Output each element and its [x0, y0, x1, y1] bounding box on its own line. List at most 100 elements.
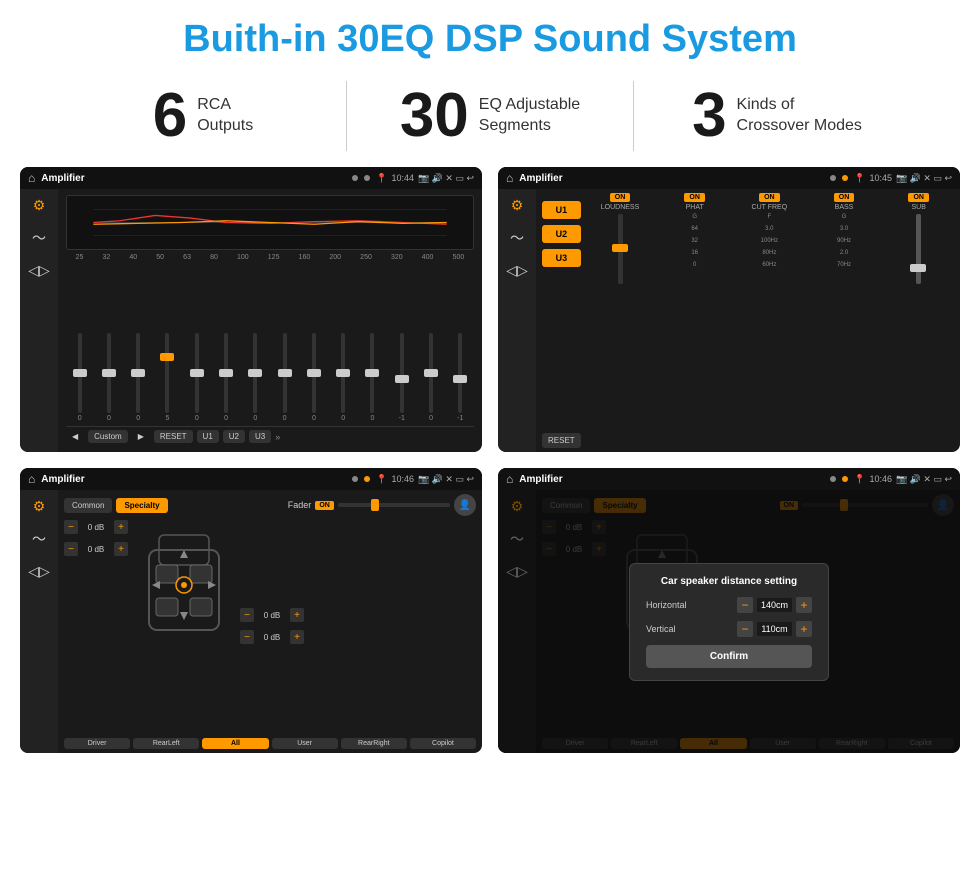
eq-u3-btn[interactable]: U3	[249, 430, 271, 443]
wave-icon-2[interactable]: 〜	[510, 228, 524, 248]
reset-button[interactable]: RESET	[542, 433, 581, 448]
db3-minus[interactable]: −	[240, 608, 254, 622]
db4-value: 0 dB	[258, 633, 286, 642]
stats-row: 6 RCAOutputs 30 EQ AdjustableSegments 3 …	[0, 71, 980, 161]
status-dot-3	[830, 175, 836, 181]
loudness-on-btn[interactable]: ON	[610, 193, 631, 202]
common-tab[interactable]: Common	[64, 498, 112, 513]
dialog-overlay: Car speaker distance setting Horizontal …	[498, 490, 960, 753]
db4-plus[interactable]: +	[290, 630, 304, 644]
confirm-button[interactable]: Confirm	[646, 645, 812, 668]
ctrl-bass: ON BASS G3.090Hz2.070Hz	[809, 193, 880, 448]
eq-reset-btn[interactable]: RESET	[154, 430, 193, 443]
db3-plus[interactable]: +	[290, 608, 304, 622]
slider-col-3: 0	[125, 333, 152, 422]
horizontal-control: − 140cm +	[737, 597, 812, 613]
fader-slider[interactable]	[338, 503, 450, 507]
db1-minus[interactable]: −	[64, 520, 78, 534]
screen-crossover: ⌂ Amplifier 📍 10:45 📷 🔊 ✕ ▭ ↩ ⚙ 〜 ◁▷ U1 …	[498, 167, 960, 452]
avatar-btn[interactable]: 👤	[454, 494, 476, 516]
db1-plus[interactable]: +	[114, 520, 128, 534]
db3-value: 0 dB	[258, 611, 286, 620]
speaker-icon-3[interactable]: ◁▷	[28, 563, 50, 580]
horizontal-plus[interactable]: +	[796, 597, 812, 613]
horizontal-minus[interactable]: −	[737, 597, 753, 613]
stat-crossover: 3 Kinds ofCrossover Modes	[634, 85, 920, 147]
specialty-tab[interactable]: Specialty	[116, 498, 167, 513]
cutfreq-on-btn[interactable]: ON	[759, 193, 780, 202]
screen3-content: ⚙ 〜 ◁▷ Common Specialty Fader ON 👤	[20, 490, 482, 753]
left-icons-3: ⚙ 〜 ◁▷	[20, 490, 58, 753]
screen4-title: Amplifier	[519, 474, 824, 485]
user-btn[interactable]: User	[272, 738, 338, 749]
ctrl-loudness: ON LOUDNESS	[585, 193, 656, 448]
vertical-minus[interactable]: −	[737, 621, 753, 637]
page-title: Buith-in 30EQ DSP Sound System	[0, 0, 980, 71]
stat-eq-text: EQ AdjustableSegments	[479, 95, 580, 137]
status-dot-4	[842, 175, 848, 181]
horizontal-row: Horizontal − 140cm +	[646, 597, 812, 613]
phat-on-btn[interactable]: ON	[684, 193, 705, 202]
sb-icons-2: 📍 10:45 📷 🔊 ✕ ▭ ↩	[854, 173, 952, 184]
eq-prev-btn[interactable]: ◀	[66, 430, 84, 443]
horizontal-label: Horizontal	[646, 600, 687, 610]
slider-col-14: -1	[447, 333, 474, 422]
vertical-value: 110cm	[757, 622, 792, 636]
driver-btn[interactable]: Driver	[64, 738, 130, 749]
ctrl-sub: ON SUB	[883, 193, 954, 448]
eq-u1-btn[interactable]: U1	[197, 430, 219, 443]
db1-value: 0 dB	[82, 523, 110, 532]
wave-icon[interactable]: 〜	[32, 228, 46, 248]
bass-on-btn[interactable]: ON	[834, 193, 855, 202]
slider-col-13: 0	[417, 333, 444, 422]
speaker-icon[interactable]: ◁▷	[28, 262, 50, 279]
fader-label: Fader	[288, 500, 312, 510]
speaker-icon-2[interactable]: ◁▷	[506, 262, 528, 279]
screen-speaker: ⌂ Amplifier 📍 10:46 📷 🔊 ✕ ▭ ↩ ⚙ 〜 ◁▷ Com…	[20, 468, 482, 753]
vertical-plus[interactable]: +	[796, 621, 812, 637]
db-row-1: − 0 dB +	[64, 520, 128, 534]
eq-u2-btn[interactable]: U2	[223, 430, 245, 443]
status-bar-4: ⌂ Amplifier 📍 10:46 📷 🔊 ✕ ▭ ↩	[498, 468, 960, 490]
slider-col-5: 0	[183, 333, 210, 422]
loudness-slider[interactable]	[618, 214, 623, 284]
u1-button[interactable]: U1	[542, 201, 581, 219]
sub-slider[interactable]	[916, 214, 921, 284]
dialog-title: Car speaker distance setting	[646, 576, 812, 587]
eq-play-btn[interactable]: ▶	[132, 430, 150, 443]
wave-icon-3[interactable]: 〜	[32, 529, 46, 549]
status-dot-5	[352, 476, 358, 482]
crossover-controls: ON LOUDNESS ON PHAT G6432160	[585, 193, 954, 448]
eq-custom-btn[interactable]: Custom	[88, 430, 128, 443]
slider-col-10: 0	[330, 333, 357, 422]
db2-plus[interactable]: +	[114, 542, 128, 556]
home-icon-2[interactable]: ⌂	[506, 171, 513, 185]
vertical-control: − 110cm +	[737, 621, 812, 637]
left-icons-1: ⚙ 〜 ◁▷	[20, 189, 58, 452]
home-icon-3[interactable]: ⌂	[28, 472, 35, 486]
u3-button[interactable]: U3	[542, 249, 581, 267]
slider-col-11: 0	[359, 333, 386, 422]
eq-icon[interactable]: ⚙	[33, 197, 46, 214]
all-btn[interactable]: All	[202, 738, 268, 749]
status-bar-1: ⌂ Amplifier 📍 10:44 📷 🔊 ✕ ▭ ↩	[20, 167, 482, 189]
speaker-main-area: Common Specialty Fader ON 👤 − 0 dB	[58, 490, 482, 753]
db2-minus[interactable]: −	[64, 542, 78, 556]
home-icon[interactable]: ⌂	[28, 171, 35, 185]
home-icon-4[interactable]: ⌂	[506, 472, 513, 486]
db4-minus[interactable]: −	[240, 630, 254, 644]
sub-on-btn[interactable]: ON	[908, 193, 929, 202]
copilot-btn[interactable]: Copilot	[410, 738, 476, 749]
rearright-btn[interactable]: RearRight	[341, 738, 407, 749]
u2-button[interactable]: U2	[542, 225, 581, 243]
eq-icon-2[interactable]: ⚙	[511, 197, 524, 214]
eq-icon-3[interactable]: ⚙	[33, 498, 46, 515]
eq-graph	[66, 195, 474, 250]
ctrl-phat: ON PHAT G6432160	[659, 193, 730, 448]
phat-values: G6432160	[691, 214, 698, 268]
slider-col-7: 0	[242, 333, 269, 422]
stat-rca-number: 6	[153, 85, 187, 147]
rearleft-btn[interactable]: RearLeft	[133, 738, 199, 749]
slider-col-2: 0	[95, 333, 122, 422]
eq-main-area: 25 32 40 50 63 80 100 125 160 200 250 32…	[58, 189, 482, 452]
